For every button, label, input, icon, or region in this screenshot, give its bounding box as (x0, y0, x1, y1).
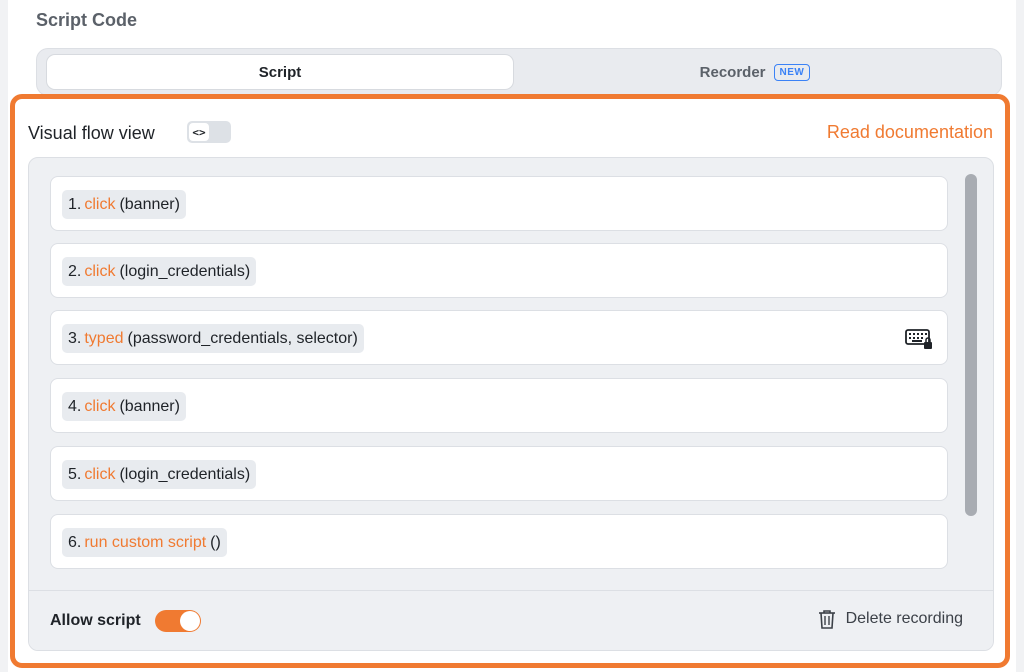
step-action: click (84, 262, 116, 280)
flow-footer: Allow script Delete recording (29, 590, 993, 650)
step-action: run custom script (84, 533, 207, 551)
step-args: (login_credentials) (119, 465, 251, 483)
step-number: 1. (68, 195, 82, 213)
script-tabs: Script Recorder NEW (36, 48, 1002, 96)
step-number: 3. (68, 329, 82, 347)
step-chip: 5. click (login_credentials) (62, 460, 257, 489)
step-action: click (84, 195, 116, 213)
tab-recorder-label: Recorder (699, 63, 766, 81)
step-number: 2. (68, 262, 82, 280)
tab-script[interactable]: Script (46, 54, 514, 90)
steps-scrollbar[interactable] (965, 174, 977, 516)
flow-step[interactable]: 1. click (banner) (50, 176, 948, 231)
keyboard-lock-icon (905, 329, 932, 349)
flow-step[interactable]: 2. click (login_credentials) (50, 243, 948, 298)
code-view-toggle[interactable]: <> (187, 121, 231, 143)
step-number: 6. (68, 533, 82, 551)
trash-icon (818, 610, 835, 629)
tab-recorder[interactable]: Recorder NEW (517, 54, 993, 90)
toggle-knob (180, 611, 200, 631)
allow-script-toggle[interactable] (155, 610, 201, 632)
step-chip: 3. typed (password_credentials, selector… (62, 324, 364, 353)
section-title: Script Code (36, 10, 138, 30)
step-args: (login_credentials) (119, 262, 251, 280)
delete-recording-button[interactable]: Delete recording (818, 609, 963, 629)
step-chip: 1. click (banner) (62, 190, 186, 219)
step-chip: 2. click (login_credentials) (62, 257, 257, 286)
flow-step[interactable]: 3. typed (password_credentials, selector… (50, 310, 948, 365)
step-action: typed (84, 329, 124, 347)
step-args: (banner) (119, 397, 180, 415)
code-icon: <> (189, 123, 209, 141)
step-chip: 4. click (banner) (62, 392, 186, 421)
step-chip: 6. run custom script () (62, 528, 227, 557)
flow-step[interactable]: 6. run custom script () (50, 514, 948, 569)
visual-flow-panel: Visual flow view <> Read documentation 1… (10, 94, 1010, 668)
step-action: click (84, 397, 116, 415)
flow-step[interactable]: 5. click (login_credentials) (50, 446, 948, 501)
step-action: click (84, 465, 116, 483)
read-documentation-link[interactable]: Read documentation (827, 122, 993, 143)
delete-recording-label: Delete recording (845, 610, 963, 627)
allow-script-label: Allow script (50, 612, 141, 629)
step-args: (banner) (119, 195, 180, 213)
flow-steps-container: 1. click (banner) 2. click (login_creden… (28, 157, 994, 651)
step-args: (password_credentials, selector) (127, 329, 358, 347)
visual-flow-title: Visual flow view (28, 123, 155, 143)
step-args: () (210, 533, 221, 551)
flow-step[interactable]: 4. click (banner) (50, 378, 948, 433)
step-number: 5. (68, 465, 82, 483)
new-badge: NEW (773, 63, 811, 81)
tab-script-label: Script (258, 63, 302, 81)
step-number: 4. (68, 397, 82, 415)
